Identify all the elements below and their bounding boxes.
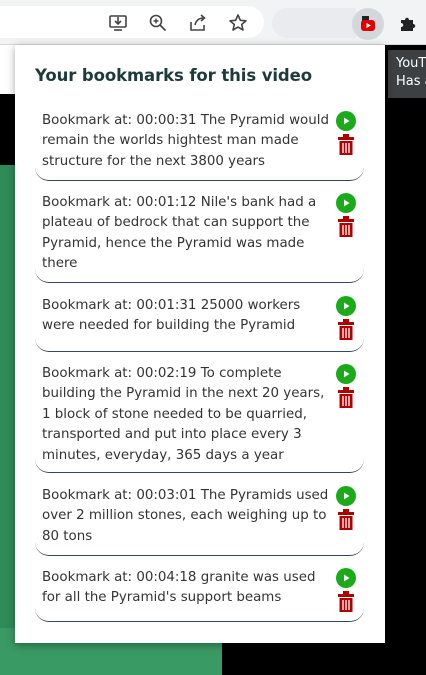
play-icon[interactable] <box>336 364 356 384</box>
address-bar[interactable] <box>0 6 264 38</box>
delete-icon[interactable] <box>338 319 354 341</box>
browser-window: YouT Has a Your bookmarks for this video… <box>0 0 426 675</box>
browser-toolbar <box>0 0 426 45</box>
share-icon[interactable] <box>187 12 209 34</box>
extensions-puzzle-icon[interactable] <box>397 12 419 34</box>
delete-icon[interactable] <box>338 387 354 409</box>
bookmark-item: Bookmark at: 00:02:19 To complete buildi… <box>35 364 364 473</box>
bookmark-item: Bookmark at: 00:01:31 25000 workers were… <box>35 296 364 352</box>
play-icon[interactable] <box>336 193 356 213</box>
tooltip-line-2: Has a <box>396 74 426 89</box>
bookmarks-popup: Your bookmarks for this video Bookmark a… <box>15 45 385 643</box>
bookmark-text: Bookmark at: 00:00:31 The Pyramid would … <box>42 113 329 169</box>
bookmark-item: Bookmark at: 00:01:12 Nile's bank had a … <box>35 193 364 283</box>
install-app-icon[interactable] <box>107 12 129 34</box>
bookmark-text: Bookmark at: 00:02:19 To complete buildi… <box>42 366 325 463</box>
delete-icon[interactable] <box>338 509 354 531</box>
delete-icon[interactable] <box>338 134 354 156</box>
bookmark-text: Bookmark at: 00:01:31 25000 workers were… <box>42 298 301 334</box>
bookmark-item: Bookmark at: 00:03:01 The Pyramids used … <box>35 486 364 556</box>
video-title-tooltip: YouT Has a <box>388 50 426 98</box>
zoom-icon[interactable] <box>147 12 169 34</box>
youtube-bookmarker-extension-icon[interactable] <box>352 8 384 40</box>
bookmark-text: Bookmark at: 00:01:12 Nile's bank had a … <box>42 195 317 272</box>
play-icon[interactable] <box>336 296 356 316</box>
extensions-area <box>272 8 356 38</box>
play-icon[interactable] <box>336 111 356 131</box>
popup-title: Your bookmarks for this video <box>35 66 312 85</box>
play-icon[interactable] <box>336 568 356 588</box>
bookmark-text: Bookmark at: 00:03:01 The Pyramids used … <box>42 488 329 544</box>
page-left-strip <box>0 44 16 94</box>
delete-icon[interactable] <box>338 216 354 238</box>
bookmark-star-icon[interactable] <box>227 12 249 34</box>
bookmark-item: Bookmark at: 00:00:31 The Pyramid would … <box>35 111 364 181</box>
delete-icon[interactable] <box>338 591 354 613</box>
bookmark-text: Bookmark at: 00:04:18 granite was used f… <box>42 570 316 606</box>
play-icon[interactable] <box>336 486 356 506</box>
bookmark-item: Bookmark at: 00:04:18 granite was used f… <box>35 568 364 622</box>
tooltip-line-1: YouT <box>396 56 426 71</box>
